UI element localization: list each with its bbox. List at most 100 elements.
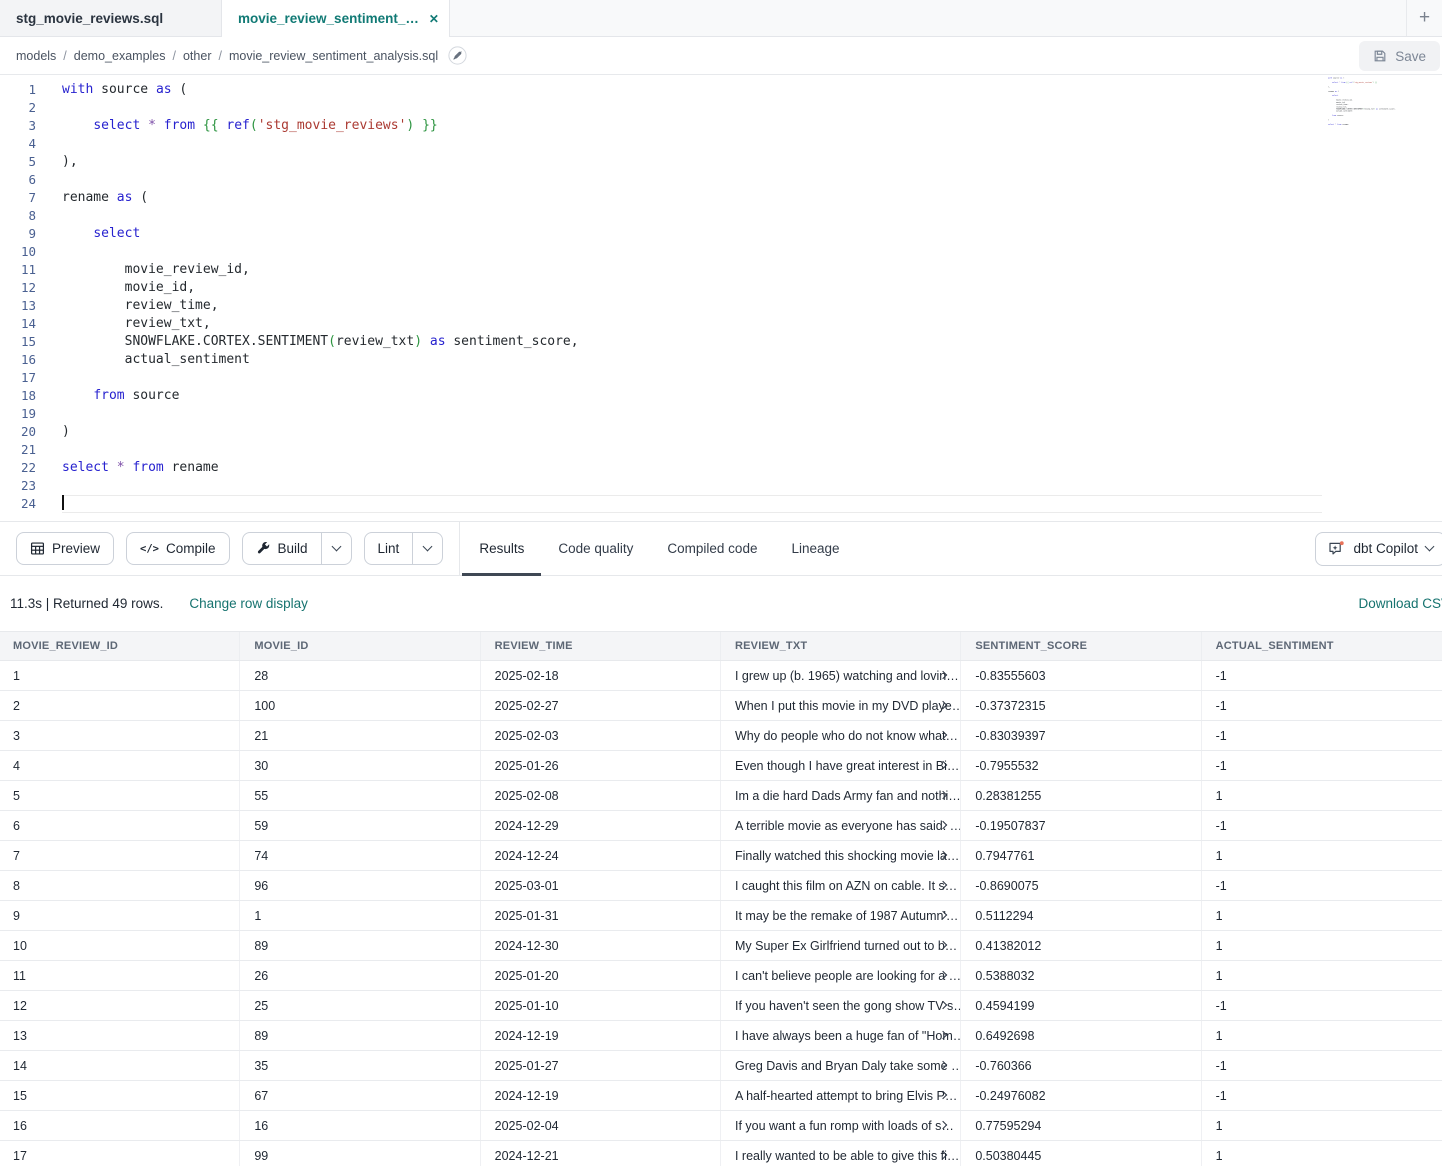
- minimap[interactable]: with source as ( select * from {{ ref('s…: [1328, 77, 1400, 139]
- cell-text: -1: [1216, 729, 1227, 743]
- table-cell: 67: [240, 1081, 480, 1110]
- compile-button-label: Compile: [166, 541, 216, 556]
- table-body: 1282025-02-18I grew up (b. 1965) watchin…: [0, 661, 1442, 1166]
- table-cell: 26: [240, 961, 480, 990]
- results-meta-bar: 11.3s | Returned 49 rows. Change row dis…: [0, 576, 1442, 631]
- build-dropdown-button[interactable]: [321, 533, 351, 564]
- cell-text: 2024-12-19: [495, 1089, 559, 1103]
- cell-text: -0.19507837: [975, 819, 1045, 833]
- results-tab-compiled-code[interactable]: Compiled code: [650, 521, 774, 576]
- cell-text: 1: [1216, 1029, 1223, 1043]
- editor-line[interactable]: 12 movie_id,: [0, 279, 1442, 297]
- compile-button[interactable]: </> Compile: [126, 532, 230, 565]
- table-cell: 0.4594199: [961, 991, 1201, 1020]
- new-tab-button[interactable]: +: [1406, 0, 1442, 36]
- editor-line[interactable]: 18 from source: [0, 387, 1442, 405]
- table-cell: -0.19507837: [961, 811, 1201, 840]
- lint-dropdown-button[interactable]: [412, 533, 442, 564]
- table-cell: 15: [0, 1081, 240, 1110]
- editor-lines: 1with source as (23 select * from {{ ref…: [0, 81, 1442, 513]
- build-button[interactable]: Build: [242, 532, 352, 565]
- editor-line[interactable]: 3 select * from {{ ref('stg_movie_review…: [0, 117, 1442, 135]
- editor-file-tab[interactable]: stg_movie_reviews.sql: [0, 0, 222, 36]
- editor-line[interactable]: 5),: [0, 153, 1442, 171]
- cell-text: 10: [13, 939, 27, 953]
- save-button[interactable]: Save: [1359, 41, 1440, 71]
- cell-text: 2024-12-19: [495, 1029, 559, 1043]
- cell-text: I really wanted to be able to give this …: [735, 1149, 959, 1163]
- editor-line[interactable]: 16 actual_sentiment: [0, 351, 1442, 369]
- minimap-content: with source as ( select * from {{ ref('s…: [1328, 77, 1400, 130]
- editor-line[interactable]: 13 review_time,: [0, 297, 1442, 315]
- table-cell: 59: [240, 811, 480, 840]
- line-code: [62, 405, 1322, 423]
- cell-text: 0.77595294: [975, 1119, 1041, 1133]
- cell-text: 16: [254, 1119, 268, 1133]
- cell-text: 28: [254, 669, 268, 683]
- editor-line[interactable]: 2: [0, 99, 1442, 117]
- table-cell: -0.760366: [961, 1051, 1201, 1080]
- table-cell: 1: [1202, 961, 1442, 990]
- table-cell: -1: [1202, 1051, 1442, 1080]
- line-code: actual_sentiment: [62, 351, 1322, 369]
- lint-button[interactable]: Lint: [364, 532, 444, 565]
- editor-line[interactable]: 23: [0, 477, 1442, 495]
- editor-line[interactable]: 24: [0, 495, 1442, 513]
- line-code: with source as (: [62, 81, 1322, 99]
- download-csv-link[interactable]: Download CSV: [1358, 596, 1442, 611]
- line-number: 10: [0, 243, 36, 261]
- cell-text: Im a die hard Dads Army fan and nothi…: [735, 789, 961, 803]
- editor-line[interactable]: 21: [0, 441, 1442, 459]
- table-cell: 2024-12-19: [481, 1021, 721, 1050]
- table-cell: 0.41382012: [961, 931, 1201, 960]
- cell-text: -1: [1216, 759, 1227, 773]
- editor-file-tab[interactable]: movie_review_sentiment_…✕: [222, 0, 450, 37]
- dbt-copilot-button[interactable]: dbt Copilot: [1315, 532, 1442, 566]
- line-number: 22: [0, 459, 36, 477]
- editor-line[interactable]: 19: [0, 405, 1442, 423]
- cell-text: It may be the remake of 1987 Autumn'…: [735, 909, 958, 923]
- table-cell: 4: [0, 751, 240, 780]
- line-code: [62, 99, 1322, 117]
- cell-text: 5: [13, 789, 20, 803]
- editor-line[interactable]: 1with source as (: [0, 81, 1442, 99]
- editor-line[interactable]: 10: [0, 243, 1442, 261]
- editor-line[interactable]: 17: [0, 369, 1442, 387]
- editor-line[interactable]: 4: [0, 135, 1442, 153]
- plus-icon: +: [1419, 7, 1430, 29]
- table-cell: Im a die hard Dads Army fan and nothi…: [721, 781, 961, 810]
- change-row-display-link[interactable]: Change row display: [189, 596, 308, 611]
- code-editor[interactable]: 1with source as (23 select * from {{ ref…: [0, 75, 1442, 521]
- results-tab-code-quality[interactable]: Code quality: [541, 521, 650, 576]
- editor-line[interactable]: 22select * from rename: [0, 459, 1442, 477]
- breadcrumb: models/demo_examples/other/movie_review_…: [16, 49, 438, 63]
- table-cell: 2025-02-27: [481, 691, 721, 720]
- table-cell: 99: [240, 1141, 480, 1166]
- editor-line[interactable]: 6: [0, 171, 1442, 189]
- table-row: 5552025-02-08Im a die hard Dads Army fan…: [0, 781, 1442, 811]
- column-header: REVIEW_TIME: [481, 632, 721, 660]
- results-tab-results[interactable]: Results: [462, 521, 541, 576]
- table-cell: 2025-03-01: [481, 871, 721, 900]
- close-tab-icon[interactable]: ✕: [429, 12, 439, 26]
- cell-text: 11: [13, 969, 26, 983]
- editor-line[interactable]: 7rename as (: [0, 189, 1442, 207]
- table-cell: -1: [1202, 1081, 1442, 1110]
- preview-button[interactable]: Preview: [16, 532, 114, 565]
- table-cell: I can't believe people are looking for a…: [721, 961, 961, 990]
- table-cell: 1: [0, 661, 240, 690]
- editor-line[interactable]: 20): [0, 423, 1442, 441]
- editor-line[interactable]: 11 movie_review_id,: [0, 261, 1442, 279]
- editor-line[interactable]: 8: [0, 207, 1442, 225]
- breadcrumb-separator: /: [218, 49, 221, 63]
- results-tab-lineage[interactable]: Lineage: [774, 521, 856, 576]
- line-code: select: [62, 225, 1322, 243]
- table-cell: 1: [1202, 841, 1442, 870]
- editor-line[interactable]: 9 select: [0, 225, 1442, 243]
- line-code: rename as (: [62, 189, 1322, 207]
- line-code: [62, 441, 1322, 459]
- table-cell: 0.50380445: [961, 1141, 1201, 1166]
- editor-line[interactable]: 15 SNOWFLAKE.CORTEX.SENTIMENT(review_txt…: [0, 333, 1442, 351]
- editor-line[interactable]: 14 review_txt,: [0, 315, 1442, 333]
- results-table: MOVIE_REVIEW_IDMOVIE_IDREVIEW_TIMEREVIEW…: [0, 631, 1442, 1166]
